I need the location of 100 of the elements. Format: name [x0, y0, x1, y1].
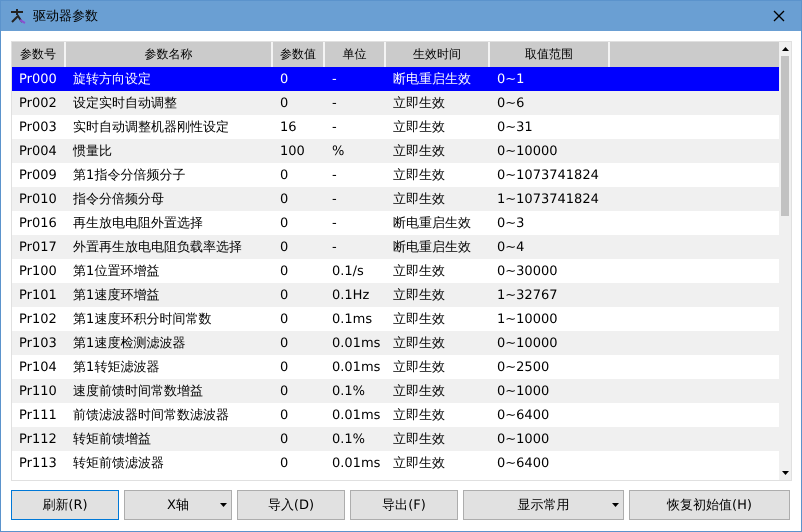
action-button[interactable]: 导入(D) [237, 490, 345, 520]
scroll-up-icon[interactable] [782, 47, 788, 51]
table-cell-text: 0.01ms [331, 336, 382, 350]
table-cell-text: - [331, 216, 338, 230]
table-cell-text: 立即生效 [392, 335, 446, 352]
table-cell-text: 断电重启生效 [392, 239, 472, 256]
table-cell-text: 0~3 [496, 216, 526, 230]
table-cell-text: 第1速度检测滤波器 [72, 335, 186, 352]
table-cell-text: 0~1 [496, 72, 526, 86]
table-cell-text: 断电重启生效 [392, 215, 472, 232]
table-cell-text: - [331, 168, 338, 182]
table-cell-text: 立即生效 [392, 119, 446, 136]
action-button[interactable]: 恢复初始值(H) [629, 490, 790, 520]
table-cell-text: - [331, 96, 338, 110]
table-cell-text: 0.1ms [331, 312, 374, 326]
table-cell-text: - [331, 240, 338, 254]
table-cell-text: 1~10000 [496, 312, 559, 326]
table-cell-text: 0.1Hz [331, 288, 370, 302]
table-cell-text: 转矩前馈滤波器 [72, 455, 165, 472]
caret-icon [612, 503, 619, 507]
table-cell-text: 惯量比 [72, 143, 113, 160]
table-row[interactable]: Pr101 第1速度环增益 0 0.1Hz 立即生效 1~32767 [12, 283, 779, 307]
table-cell-text: Pr110 [18, 384, 58, 398]
table-cell-text: 100 [279, 144, 306, 158]
table-row[interactable]: Pr009 第1指令分倍频分子 0 - 立即生效 0~1073741824 [12, 163, 779, 187]
scrollbar[interactable] [779, 42, 791, 480]
dropdown-button[interactable]: 显示常用 [463, 490, 624, 520]
table-cell-text: 0 [279, 336, 290, 350]
table-row[interactable]: Pr016 再生放电电阻外置选择 0 - 断电重启生效 0~3 [12, 211, 779, 235]
table-cell-text: 第1指令分倍频分子 [72, 167, 186, 184]
table-cell-text: Pr002 [18, 96, 58, 110]
table-cell-text: 立即生效 [392, 263, 446, 280]
table-cell-text: 0 [279, 456, 290, 470]
table-row[interactable]: Pr102 第1速度环积分时间常数 0 0.1ms 立即生效 1~10000 [12, 307, 779, 331]
app-icon [9, 8, 27, 24]
table-cell-text: Pr009 [18, 168, 58, 182]
table-cell-text: 0 [279, 192, 290, 206]
action-button[interactable]: 刷新(R) [11, 490, 119, 520]
table-row[interactable]: Pr104 第1转矩滤波器 0 0.01ms 立即生效 0~2500 [12, 355, 779, 379]
table-cell-text: - [331, 120, 338, 134]
table-row[interactable]: Pr004 惯量比 100 % 立即生效 0~10000 [12, 139, 779, 163]
dropdown-button[interactable]: X轴 [124, 490, 232, 520]
table-row[interactable]: Pr017 外置再生放电电阻负载率选择 0 - 断电重启生效 0~4 [12, 235, 779, 259]
table-cell-text: 0 [279, 384, 290, 398]
table-cell-text: 0~1000 [496, 384, 550, 398]
table-row[interactable]: Pr003 实时自动调整机器刚性设定 16 - 立即生效 0~31 [12, 115, 779, 139]
action-button[interactable]: 导出(F) [350, 490, 458, 520]
table-cell-text: 1~32767 [496, 288, 559, 302]
table-cell-text: 断电重启生效 [392, 71, 472, 88]
table-cell-text: 0 [279, 312, 290, 326]
table-cell-text: 第1速度环增益 [72, 287, 160, 304]
table-cell-text: 0.01ms [331, 408, 382, 422]
table-cell-text: Pr004 [18, 144, 58, 158]
table-row[interactable]: Pr002 设定实时自动调整 0 - 立即生效 0~6 [12, 91, 779, 115]
table-cell-text: 立即生效 [392, 431, 446, 448]
scroll-down-icon[interactable] [782, 471, 788, 475]
table-cell-text: 前馈滤波器时间常数滤波器 [72, 407, 230, 424]
table-cell-text: Pr112 [18, 432, 58, 446]
table-cell-text: 转矩前馈增益 [72, 431, 152, 448]
table-cell-text: Pr111 [18, 408, 58, 422]
table-row[interactable]: Pr103 第1速度检测滤波器 0 0.01ms 立即生效 0~10000 [12, 331, 779, 355]
table-cell-text: 0 [279, 72, 290, 86]
table-cell-text: 0~10000 [496, 336, 559, 350]
table-cell-text: Pr017 [18, 240, 58, 254]
table-row[interactable]: Pr112 转矩前馈增益 0 0.1% 立即生效 0~1000 [12, 427, 779, 451]
table-cell-text: Pr103 [18, 336, 58, 350]
table-cell-text: 0 [279, 432, 290, 446]
table-cell-text: 0~6 [496, 96, 526, 110]
table-cell-text: 0 [279, 168, 290, 182]
table-cell-text: 立即生效 [392, 455, 446, 472]
table-cell-text: 0~4 [496, 240, 526, 254]
table-cell-text: 立即生效 [392, 143, 446, 160]
table-row[interactable]: Pr113 转矩前馈滤波器 0 0.01ms 立即生效 0~6400 [12, 451, 779, 475]
table-cell-text: 第1速度环积分时间常数 [72, 311, 212, 328]
table-cell-text: 再生放电电阻外置选择 [72, 215, 204, 232]
table-row[interactable]: Pr000 旋转方向设定 0 - 断电重启生效 0~1 [12, 67, 779, 91]
table-cell-text: 0 [279, 216, 290, 230]
table-cell-text: 0~30000 [496, 264, 559, 278]
table-cell-text: Pr113 [18, 456, 58, 470]
table-row[interactable]: Pr111 前馈滤波器时间常数滤波器 0 0.01ms 立即生效 0~6400 [12, 403, 779, 427]
table-cell-text: 0 [279, 264, 290, 278]
table-cell-text: 旋转方向设定 [72, 71, 152, 88]
table-cell-text: - [331, 72, 338, 86]
table-cell-text: 0~1000 [496, 432, 550, 446]
table-cell-text: Pr000 [18, 72, 58, 86]
table-cell-text: 0 [279, 360, 290, 374]
table-cell-text: 0.01ms [331, 360, 382, 374]
table-row[interactable]: Pr100 第1位置环增益 0 0.1/s 立即生效 0~30000 [12, 259, 779, 283]
scroll-thumb[interactable] [781, 56, 789, 216]
table-cell-text: 0~2500 [496, 360, 550, 374]
table-cell-text: 第1位置环增益 [72, 263, 160, 280]
table-cell-text: 速度前馈时间常数增益 [72, 383, 204, 400]
table-cell-text: 0.1/s [331, 264, 365, 278]
table-cell-text: 立即生效 [392, 359, 446, 376]
table-cell-text: 0~10000 [496, 144, 559, 158]
table-row[interactable]: Pr010 指令分倍频分母 0 - 立即生效 1~1073741824 [12, 187, 779, 211]
table-cell-text: 立即生效 [392, 287, 446, 304]
table-row[interactable]: Pr110 速度前馈时间常数增益 0 0.1% 立即生效 0~1000 [12, 379, 779, 403]
table-cell-text: Pr016 [18, 216, 58, 230]
table-cell-text: Pr100 [18, 264, 58, 278]
